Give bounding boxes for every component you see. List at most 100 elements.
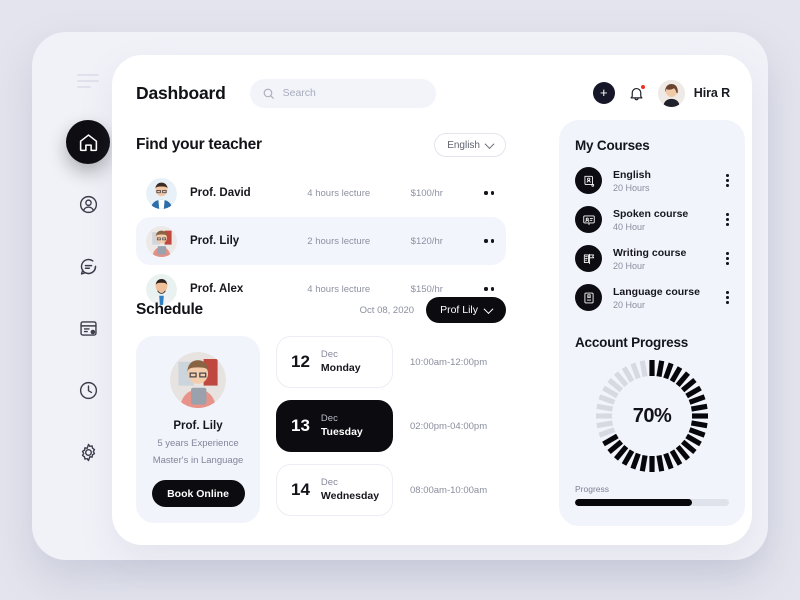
hamburger-icon-line: [77, 80, 99, 82]
language-filter-label: English: [447, 139, 480, 151]
notification-badge: [639, 83, 646, 90]
page-title: Dashboard: [136, 82, 226, 103]
chat-icon: [80, 258, 96, 275]
presentation-icon: [582, 214, 595, 225]
progress-bar-track: [575, 499, 729, 506]
avatar-image: [146, 225, 177, 257]
course-text: Language course 20 Hour: [613, 286, 700, 310]
main-content-card: Dashboard +: [112, 55, 752, 545]
table-row[interactable]: Prof. Lily 2 hours lecture $120/hr: [136, 217, 506, 265]
slot-weekday: Wednesday: [320, 489, 380, 502]
sidebar-items: [66, 120, 110, 474]
home-icon: [79, 133, 97, 151]
course-menu-button[interactable]: [726, 290, 729, 305]
teacher-card-name: Prof. Lily: [173, 420, 223, 432]
course-hours: 20 Hour: [613, 299, 646, 310]
list-item[interactable]: Writing course 20 Hour: [575, 245, 729, 272]
certificate-icon: [583, 175, 594, 187]
progress-ring-wrap: 70%: [575, 356, 729, 476]
header-actions: + Hira R: [592, 79, 730, 107]
slot-month: Dec: [320, 476, 338, 488]
schedule-slot-list: 12 Dec Monday 10:00am-12:00pm 13 Dec Tue…: [276, 336, 506, 523]
list-item[interactable]: 13 Dec Tuesday 02:00pm-04:00pm: [276, 400, 506, 452]
teacher-price: $100/hr: [410, 187, 443, 199]
course-menu-button[interactable]: [726, 212, 729, 227]
menu-toggle-button[interactable]: [77, 74, 99, 88]
slot-card[interactable]: 12 Dec Monday: [276, 336, 393, 388]
clock-icon: [79, 381, 97, 399]
slot-day: 14: [291, 480, 310, 499]
user-menu[interactable]: Hira R: [657, 79, 730, 107]
course-name: Writing course: [613, 246, 687, 259]
row-menu-button[interactable]: [484, 287, 494, 291]
schedule-section: Schedule Oct 08, 2020 Prof Lily Prof. Li…: [136, 297, 506, 523]
book-online-button[interactable]: Book Online: [151, 480, 245, 507]
find-teacher-section: Find your teacher English Prof. David 4 …: [136, 133, 506, 313]
progress-bar-fill: [575, 499, 693, 506]
course-text: English 20 Hours: [613, 169, 651, 193]
list-item[interactable]: Spoken course 40 Hour: [575, 206, 729, 233]
course-menu-button[interactable]: [726, 173, 729, 188]
slot-time: 02:00pm-04:00pm: [410, 420, 488, 432]
teacher-card-degree: Master's in Language: [152, 455, 244, 466]
schedule-date: Oct 08, 2020: [359, 304, 415, 316]
teacher-price: $120/hr: [410, 235, 443, 247]
teacher-hours: 4 hours lecture: [307, 283, 371, 295]
course-name: English: [613, 168, 651, 181]
sidebar-item-documents[interactable]: [66, 306, 110, 350]
teacher-name: Prof. David: [190, 187, 251, 199]
sidebar-item-profile[interactable]: [66, 182, 110, 226]
teacher-hours: 2 hours lecture: [307, 235, 371, 247]
schedule-body: Prof. Lily 5 years Experience Master's i…: [136, 336, 506, 523]
find-teacher-title: Find your teacher: [136, 136, 262, 153]
sidebar-item-history[interactable]: [66, 368, 110, 412]
user-name: Hira R: [693, 86, 730, 100]
avatar: [146, 225, 177, 257]
my-courses-title: My Courses: [575, 138, 650, 153]
course-icon-wrap: [575, 284, 602, 311]
user-icon: [79, 195, 97, 213]
course-text: Spoken course 40 Hour: [613, 208, 688, 232]
avatar: [657, 79, 685, 107]
slot-weekday: Monday: [320, 361, 361, 374]
slot-month: Dec: [320, 348, 338, 360]
search-input[interactable]: [282, 87, 424, 99]
teacher-filter-dropdown[interactable]: Prof Lily: [426, 297, 506, 323]
teacher-list: Prof. David 4 hours lecture $100/hr Prof…: [136, 169, 506, 313]
row-menu-button[interactable]: [484, 191, 494, 195]
course-icon-wrap: [575, 245, 602, 272]
page-header: Dashboard +: [136, 73, 730, 113]
schedule-header: Schedule Oct 08, 2020 Prof Lily: [136, 297, 506, 323]
app-shell: Dashboard +: [32, 32, 768, 560]
list-item[interactable]: Language course 20 Hour: [575, 284, 729, 311]
sidebar-item-messages[interactable]: [66, 244, 110, 288]
add-button[interactable]: +: [592, 82, 615, 104]
table-row[interactable]: Prof. David 4 hours lecture $100/hr: [136, 169, 506, 217]
bookmark-book-icon: [583, 292, 594, 303]
slot-time: 10:00am-12:00pm: [410, 356, 488, 368]
avatar-image: [170, 352, 226, 408]
course-hours: 40 Hour: [613, 221, 646, 232]
teacher-name: Prof. Alex: [190, 283, 244, 295]
sidebar-item-home[interactable]: [66, 120, 110, 164]
list-item[interactable]: 14 Dec Wednesday 08:00am-10:00am: [276, 464, 506, 516]
list-item[interactable]: English 20 Hours: [575, 167, 729, 194]
notifications-button[interactable]: [628, 83, 646, 102]
teacher-name: Prof. Lily: [190, 235, 240, 247]
list-item[interactable]: 12 Dec Monday 10:00am-12:00pm: [276, 336, 506, 388]
row-menu-button[interactable]: [484, 239, 494, 243]
chevron-down-icon: [483, 303, 494, 314]
avatar: [170, 352, 226, 408]
course-menu-button[interactable]: [726, 251, 729, 266]
sidebar-item-settings[interactable]: [66, 430, 110, 474]
document-icon: [79, 320, 97, 336]
slot-card[interactable]: 14 Dec Wednesday: [276, 464, 393, 516]
find-teacher-header: Find your teacher English: [136, 133, 506, 157]
search-box[interactable]: [249, 78, 436, 108]
chevron-down-icon: [484, 138, 495, 149]
right-panel: My Courses English 20 Hours Spoken cours…: [559, 120, 745, 526]
course-list: English 20 Hours Spoken course 40 Hour W…: [575, 167, 729, 311]
slot-card[interactable]: 13 Dec Tuesday: [276, 400, 393, 452]
language-filter-dropdown[interactable]: English: [434, 133, 506, 157]
course-hours: 20 Hours: [613, 182, 650, 193]
